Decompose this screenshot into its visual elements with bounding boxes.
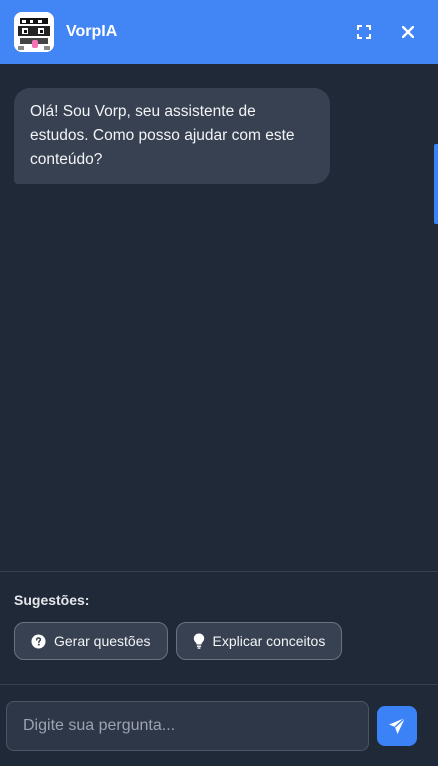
close-icon[interactable] (392, 16, 424, 48)
expand-icon[interactable] (348, 16, 380, 48)
suggestions-panel: Sugestões: Gerar questões Explicar conce… (0, 571, 438, 684)
question-input[interactable] (6, 700, 369, 751)
send-icon (389, 717, 406, 734)
robot-avatar-icon (14, 12, 54, 52)
suggestion-chip-gerar-questoes[interactable]: Gerar questões (14, 622, 168, 660)
chat-widget: VorpIA Olá! Sou Vorp, seu assistente de … (0, 0, 438, 766)
lightbulb-icon (193, 633, 204, 649)
suggestion-label: Explicar conceitos (212, 633, 326, 649)
suggestion-chip-explicar-conceitos[interactable]: Explicar conceitos (175, 622, 343, 660)
send-button[interactable] (377, 705, 417, 746)
assistant-message: Olá! Sou Vorp, seu assistente de estudos… (14, 88, 330, 184)
suggestion-label: Gerar questões (54, 633, 151, 649)
suggestion-chips: Gerar questões Explicar conceitos (14, 622, 424, 660)
message-list: Olá! Sou Vorp, seu assistente de estudos… (0, 64, 438, 571)
chat-title: VorpIA (66, 23, 118, 40)
scroll-indicator (434, 144, 438, 224)
question-circle-icon (31, 633, 46, 649)
chat-header: VorpIA (0, 0, 438, 64)
suggestions-title: Sugestões: (14, 592, 90, 608)
composer (0, 684, 438, 766)
